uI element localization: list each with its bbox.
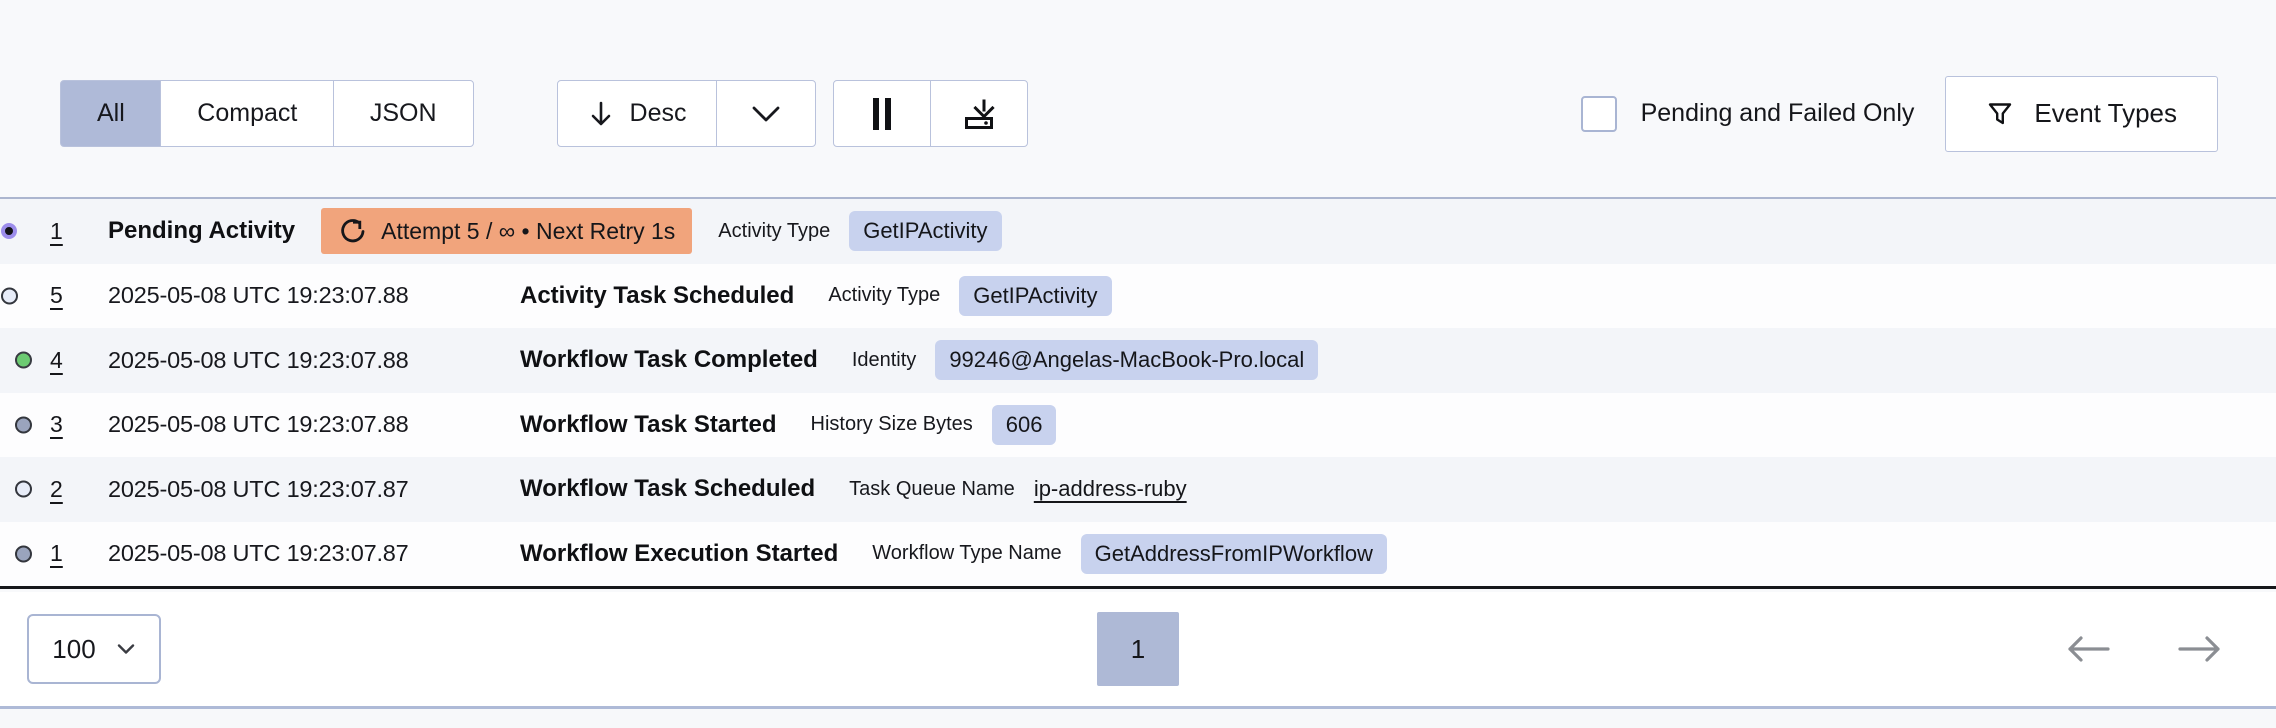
event-id-link[interactable]: 1 — [50, 218, 78, 245]
event-attr-value-badge: GetAddressFromIPWorkflow — [1080, 533, 1387, 574]
event-attr-label: Identity — [851, 348, 917, 371]
event-timestamp: 2025-05-08 UTC 19:23:07.87 — [108, 540, 409, 567]
chevron-down-icon — [749, 104, 783, 124]
next-page-button[interactable] — [2176, 634, 2224, 664]
arrow-down-icon — [588, 100, 614, 128]
event-status-marker — [15, 545, 32, 563]
pager-arrows — [2064, 634, 2224, 664]
event-attr-value-link[interactable]: ip-address-ruby — [1034, 476, 1187, 502]
pause-icon — [870, 97, 894, 131]
event-timestamp: 2025-05-08 UTC 19:23:07.88 — [108, 346, 409, 373]
playback-button-group — [833, 80, 1028, 147]
event-status-marker — [15, 351, 32, 369]
event-history-panel: All Compact JSON Desc Pending and Failed… — [0, 0, 2276, 728]
download-button[interactable] — [929, 80, 1028, 147]
sort-desc-label: Desc — [629, 99, 687, 127]
event-row[interactable]: 3 2025-05-08 UTC 19:23:07.88 Workflow Ta… — [0, 392, 2276, 457]
event-name: Workflow Task Completed — [520, 346, 818, 374]
event-name: Workflow Task Started — [520, 410, 777, 438]
event-attr-label: Activity Type — [828, 284, 941, 307]
event-attr-label: Activity Type — [718, 219, 831, 242]
event-name: Activity Task Scheduled — [520, 281, 795, 309]
tab-json[interactable]: JSON — [332, 80, 474, 147]
event-timestamp: 2025-05-08 UTC 19:23:07.88 — [108, 411, 409, 438]
toolbar: All Compact JSON Desc Pending and Failed… — [0, 0, 2276, 197]
event-types-button[interactable]: Event Types — [1945, 75, 2218, 152]
event-attr-value-badge: 99246@Angelas-MacBook-Pro.local — [935, 340, 1319, 381]
event-name: Pending Activity — [108, 217, 296, 245]
event-attr-label: Task Queue Name — [849, 477, 1015, 500]
event-id-link[interactable]: 4 — [50, 347, 78, 374]
sort-desc-button[interactable]: Desc — [556, 80, 718, 147]
retry-badge: Attempt 5 / ∞ • Next Retry 1s — [321, 208, 693, 255]
pause-button[interactable] — [833, 80, 931, 147]
event-id-link[interactable]: 5 — [50, 282, 78, 309]
funnel-icon — [1986, 100, 2014, 128]
event-row[interactable]: 4 2025-05-08 UTC 19:23:07.88 Workflow Ta… — [0, 328, 2276, 393]
bottom-strip — [0, 709, 2276, 728]
event-row[interactable]: 2 2025-05-08 UTC 19:23:07.87 Workflow Ta… — [0, 457, 2276, 522]
sort-button-group: Desc — [556, 80, 816, 147]
view-tab-group: All Compact JSON — [60, 80, 474, 147]
download-icon — [962, 97, 996, 131]
event-status-marker — [15, 480, 32, 498]
event-row[interactable]: 1 Pending Activity Attempt 5 / ∞ • Next … — [0, 199, 2276, 264]
event-attr-value-badge: GetIPActivity — [959, 275, 1112, 316]
event-row[interactable]: 5 2025-05-08 UTC 19:23:07.88 Activity Ta… — [0, 263, 2276, 328]
arrow-left-icon — [2064, 634, 2112, 664]
event-attr-label: History Size Bytes — [810, 413, 973, 436]
event-id-link[interactable]: 3 — [50, 411, 78, 438]
pagination-footer: 100 1 — [0, 592, 2276, 706]
event-rows: 1 Pending Activity Attempt 5 / ∞ • Next … — [0, 199, 2276, 586]
arrow-right-icon — [2176, 634, 2224, 664]
event-status-marker — [15, 416, 32, 434]
page-1-button[interactable]: 1 — [1097, 612, 1179, 686]
page-buttons: 1 — [0, 612, 2276, 686]
event-types-label: Event Types — [2034, 98, 2177, 128]
event-id-link[interactable]: 1 — [50, 540, 78, 567]
previous-page-button[interactable] — [2064, 634, 2112, 664]
event-name: Workflow Task Scheduled — [520, 475, 816, 503]
tab-compact[interactable]: Compact — [160, 80, 335, 147]
event-timestamp: 2025-05-08 UTC 19:23:07.88 — [108, 282, 409, 309]
event-name: Workflow Execution Started — [520, 539, 839, 567]
pending-failed-filter: Pending and Failed Only — [1580, 95, 1915, 132]
pending-failed-checkbox[interactable] — [1580, 95, 1617, 132]
event-history-table: 1 Pending Activity Attempt 5 / ∞ • Next … — [0, 197, 2276, 589]
event-attr-value-badge: GetIPActivity — [849, 211, 1002, 252]
event-timestamp: 2025-05-08 UTC 19:23:07.87 — [108, 475, 409, 502]
retry-label: Attempt 5 / ∞ • Next Retry 1s — [381, 217, 676, 244]
event-attr-value-badge: 606 — [991, 404, 1057, 445]
retry-icon — [338, 217, 366, 245]
sort-menu-button[interactable] — [716, 80, 816, 147]
event-id-link[interactable]: 2 — [50, 476, 78, 503]
event-status-marker — [1, 223, 17, 240]
event-attr-label: Workflow Type Name — [872, 542, 1062, 565]
event-status-marker — [1, 287, 18, 305]
event-row[interactable]: 1 2025-05-08 UTC 19:23:07.87 Workflow Ex… — [0, 521, 2276, 586]
tab-all[interactable]: All — [60, 80, 162, 147]
pending-failed-label: Pending and Failed Only — [1640, 99, 1915, 127]
